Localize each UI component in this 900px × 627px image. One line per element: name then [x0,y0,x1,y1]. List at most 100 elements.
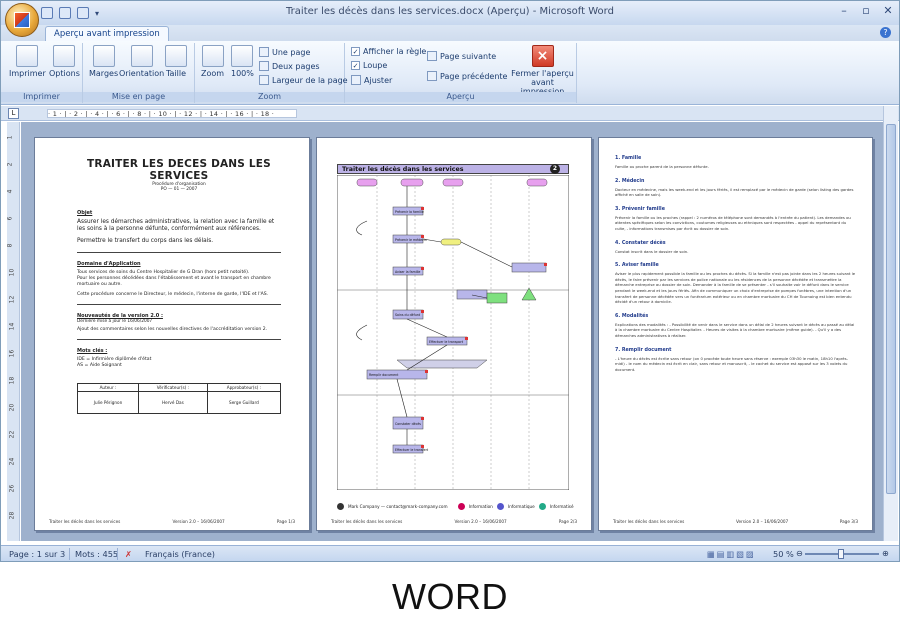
vruler-tick: 28 [8,511,16,520]
previous-page-button[interactable]: Page précédente [427,71,507,81]
group-print: Imprimer Options Imprimer [1,43,83,103]
view-buttons-icon[interactable]: ▦▤▥▧▨ [707,549,756,559]
restore-button[interactable]: ▫ [859,4,873,17]
language[interactable]: Français (France) [145,549,215,559]
zoom-button[interactable]: Zoom [201,45,224,78]
proofing-icon[interactable]: ✗ [125,549,132,559]
flowchart-legend: Mark Company — contact@mark-company.com … [337,503,574,510]
zoom-slider-knob[interactable] [838,549,844,559]
options-button[interactable]: Options [49,45,80,78]
signature-table: Auteur : Vérificateur(s) : Approbateur(s… [77,382,282,414]
shrink-icon [351,75,361,85]
flow-box-label: Prévenir le médecin [395,238,427,242]
objet-text-1: Assurer les démarches administratives, l… [77,219,275,233]
definition-text: - L'heure du décès est écrite sans retou… [615,355,848,372]
vruler-tick: 8 [6,243,14,248]
title-bar: ▾ Traiter les décès dans les services.do… [1,1,899,25]
previous-page-icon [427,71,437,81]
shrink-one-page-button[interactable]: Ajuster [351,75,392,85]
table-header: Auteur : [77,382,139,392]
page-width-icon [259,75,269,85]
minimize-button[interactable]: – [837,4,851,17]
close-preview-button[interactable]: × Fermer l'aperçu avant impression [509,45,576,96]
show-ruler-checkbox[interactable]: ✓ Afficher la règle [351,47,426,56]
ribbon-tabs: Aperçu avant impression ? [1,25,899,41]
window-controls: – ▫ ✕ [837,4,895,17]
vruler-tick: 22 [8,430,16,439]
word-count[interactable]: Mots : 455 [75,549,118,559]
keywords-heading: Mots clés : [77,347,108,354]
close-button[interactable]: ✕ [881,4,895,17]
orientation-button[interactable]: Orientation [119,45,164,78]
magnifier-icon [201,45,224,67]
page-width-button[interactable]: Largeur de la page [259,75,348,85]
caption: WORD [392,576,508,617]
margins-button[interactable]: Marges [89,45,118,78]
objet-text-2: Permettre le transfert du corps dans les… [77,238,214,245]
definition-item: 4. Constater décès Constat inscrit dans l… [615,241,856,255]
legend-item: Information [468,504,493,509]
vertical-ruler: 1 2 4 6 8 10 12 14 16 18 20 22 24 26 28 [6,122,20,541]
vruler-tick: 18 [8,376,16,385]
status-bar: Page : 1 sur 3 Mots : 455 ✗ Français (Fr… [1,545,899,561]
size-button[interactable]: Taille [165,45,187,78]
ruler-scale[interactable]: · 1 · | · 2 · | · 4 · | · 6 · | · 8 · | … [47,109,297,118]
zoom-level[interactable]: 50 % [773,549,794,559]
group-label: Aperçu [345,92,576,102]
page-2: Traiter les décès dans les services 2 Pr… [316,137,592,531]
legend-dot-icon [457,503,465,510]
legend-item: Informatique [507,504,535,509]
checkbox-icon: ✓ [351,47,360,56]
two-pages-icon [259,61,269,71]
tab-print-preview[interactable]: Aperçu avant impression [45,26,169,41]
vruler-tick: 24 [8,457,16,466]
separator [117,548,118,560]
two-pages-button[interactable]: Deux pages [259,61,320,71]
domaine-text-3: Cette procédure concerne le Directeur, l… [77,291,269,297]
horizontal-ruler: L · 1 · | · 2 · | · 4 · | · 6 · | · 8 · … [1,106,899,121]
vruler-tick: 10 [8,268,16,277]
flow-box-label: Soins du défunt [395,313,421,317]
tab-selector[interactable]: L [8,108,19,119]
next-page-icon [427,51,437,61]
page-count[interactable]: Page : 1 sur 3 [9,549,65,559]
definition-item: 3. Prévenir famille Prévenir la famille o… [615,207,856,232]
definition-heading: 4. Constater décès [615,240,666,246]
table-header: Vérificateur(s) : [137,382,208,392]
flow-box-label: Aviser la famille [395,270,420,274]
definition-heading: 1. Famille [615,156,642,161]
zoom-out-icon[interactable]: ⊖ [796,548,803,558]
help-icon[interactable]: ? [880,27,891,38]
office-button[interactable] [5,3,39,37]
print-button[interactable]: Imprimer [9,45,46,78]
legend-dot-icon [496,503,504,510]
definition-text: Docteur en médecine, mais les week-end e… [615,186,854,198]
zoom-slider[interactable] [805,549,879,559]
page-footer: Traiter les décès dans les services Vers… [613,519,858,524]
divider [77,338,281,340]
table-cell: Hervé Das [137,390,208,414]
page-100-icon [231,45,254,67]
one-page-button[interactable]: Une page [259,47,310,57]
next-page-button[interactable]: Page suivante [427,51,496,61]
magnifier-checkbox[interactable]: ✓ Loupe [351,61,387,70]
printer-icon [16,45,39,67]
page-3: 1. Famille Famille ou proche parent de la… [598,137,873,531]
zoom-in-icon[interactable]: ⊕ [882,548,889,558]
divider [77,251,281,253]
flow-box-label: Constater décès [395,422,421,426]
definition-item: 6. Modalités Explications des modalités :… [615,314,856,339]
page-1: TRAITER LES DECES DANS LES SERVICES Proc… [34,137,310,531]
definition-heading: 7. Remplir document [615,347,672,353]
one-page-icon [259,47,269,57]
options-icon [53,45,76,67]
zoom-100-button[interactable]: 100% [231,45,254,78]
flowchart-title: Traiter les décès dans les services 2 [337,164,569,174]
checkbox-icon: ✓ [351,61,360,70]
definition-heading: 2. Médecin [615,178,645,184]
definition-item: 5. Aviser famille Aviser le plus rapideme… [615,263,856,305]
vertical-scrollbar[interactable] [883,106,898,541]
scrollbar-thumb[interactable] [886,124,896,494]
orientation-icon [130,45,153,67]
group-label: Imprimer [1,92,82,102]
